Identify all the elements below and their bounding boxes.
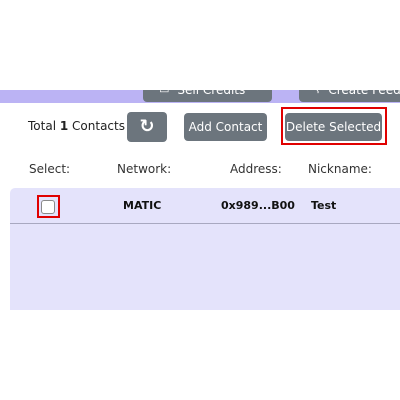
top-blank-area [0,0,400,90]
row-network: MATIC [123,199,162,212]
total-prefix: Total [28,119,57,133]
sell-credits-label: Sell Credits [177,90,246,97]
header-network: Network: [117,162,172,176]
table-header-row: Select: Network: Address: Nickname: [0,160,400,180]
table-row: MATIC 0x989...B00 Test [10,188,400,224]
contacts-page: ▭ Sell Credits ⌇ Create Feed Total 1 Con… [0,0,400,400]
row-address: 0x989...B00 [221,199,295,212]
refresh-button[interactable]: ↻ [127,112,167,142]
total-contacts-label: Total 1 Contacts [28,119,125,133]
sell-credits-button[interactable]: ▭ Sell Credits [143,90,272,102]
row-select-checkbox[interactable] [41,200,55,214]
rss-icon: ⌇ [315,90,320,102]
header-select: Select: [29,162,71,176]
create-feed-label: Create Feed [328,90,400,97]
add-contact-button[interactable]: Add Contact [184,113,267,141]
delete-selected-button[interactable]: Delete Selected [285,113,382,141]
total-suffix: Contacts [72,119,125,133]
refresh-icon: ↻ [139,116,155,137]
header-nickname: Nickname: [308,162,372,176]
header-address: Address: [230,162,282,176]
create-feed-button[interactable]: ⌇ Create Feed [299,90,400,102]
contacts-table: MATIC 0x989...B00 Test [10,188,400,310]
top-action-strip: ▭ Sell Credits ⌇ Create Feed [0,90,400,103]
row-nickname: Test [311,199,337,212]
total-count: 1 [59,119,69,133]
contacts-toolbar: Total 1 Contacts ↻ Add Contact Delete Se… [0,108,400,148]
card-icon: ▭ [159,90,169,102]
